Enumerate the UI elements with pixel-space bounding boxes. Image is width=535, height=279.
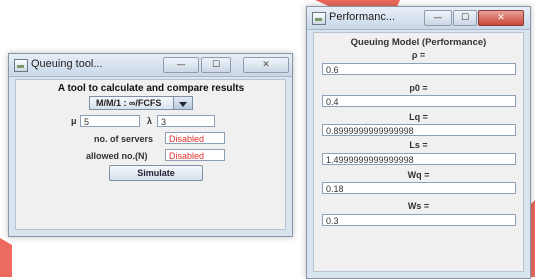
chevron-down-icon[interactable] xyxy=(173,97,192,109)
performance-window: Performanc... — ☐ ✕ Queuing Model (Perfo… xyxy=(306,6,531,279)
servers-input: Disabled xyxy=(165,132,225,144)
window-title: Queuing tool... xyxy=(31,58,103,70)
queuing-tool-content: A tool to calculate and compare results … xyxy=(15,79,286,230)
wq-field[interactable]: 0.18 xyxy=(322,182,516,194)
minimize-button[interactable]: — xyxy=(163,57,199,73)
lq-label: Lq = xyxy=(409,112,428,122)
lambda-label: λ xyxy=(147,116,153,126)
allowed-input: Disabled xyxy=(165,149,225,161)
lq-field[interactable]: 0.8999999999999998 xyxy=(322,124,516,136)
lambda-input[interactable]: 3 xyxy=(157,115,215,127)
ws-field[interactable]: 0.3 xyxy=(322,214,516,226)
rho-label: ρ = xyxy=(411,50,426,60)
close-button[interactable]: ✕ xyxy=(243,57,289,73)
performance-titlebar[interactable]: Performanc... — ☐ ✕ xyxy=(307,7,530,30)
simulate-button[interactable]: Simulate xyxy=(109,165,203,181)
tool-heading: A tool to calculate and compare results xyxy=(57,83,245,94)
p0-label: p0 = xyxy=(409,83,428,93)
decorative-shape-left xyxy=(0,238,12,277)
window-title: Performanc... xyxy=(329,11,396,23)
minimize-button[interactable]: — xyxy=(424,10,452,26)
model-select[interactable]: M/M/1 : ∞/FCFS xyxy=(89,96,193,110)
model-select-value: M/M/1 : ∞/FCFS xyxy=(96,98,162,108)
mu-input[interactable]: 5 xyxy=(80,115,140,127)
app-icon xyxy=(14,59,28,72)
mu-label: μ xyxy=(71,116,77,126)
performance-content: Queuing Model (Performance) ρ = 0.6 p0 =… xyxy=(313,32,524,272)
maximize-button[interactable]: ☐ xyxy=(201,57,231,73)
maximize-button[interactable]: ☐ xyxy=(453,10,477,26)
allowed-label: allowed no.(N) xyxy=(86,151,148,161)
servers-label: no. of servers xyxy=(94,134,154,144)
app-icon xyxy=(312,12,326,25)
ws-label: Ws = xyxy=(407,201,430,211)
queuing-tool-window: Queuing tool... — ☐ ✕ A tool to calculat… xyxy=(8,53,293,237)
close-button[interactable]: ✕ xyxy=(478,10,524,26)
ls-label: Ls = xyxy=(409,140,428,150)
ls-field[interactable]: 1.4999999999999998 xyxy=(322,153,516,165)
rho-field[interactable]: 0.6 xyxy=(322,63,516,75)
wq-label: Wq = xyxy=(407,170,430,180)
p0-field[interactable]: 0.4 xyxy=(322,95,516,107)
performance-heading: Queuing Model (Performance) xyxy=(350,37,487,48)
queuing-tool-titlebar[interactable]: Queuing tool... — ☐ ✕ xyxy=(9,54,292,77)
